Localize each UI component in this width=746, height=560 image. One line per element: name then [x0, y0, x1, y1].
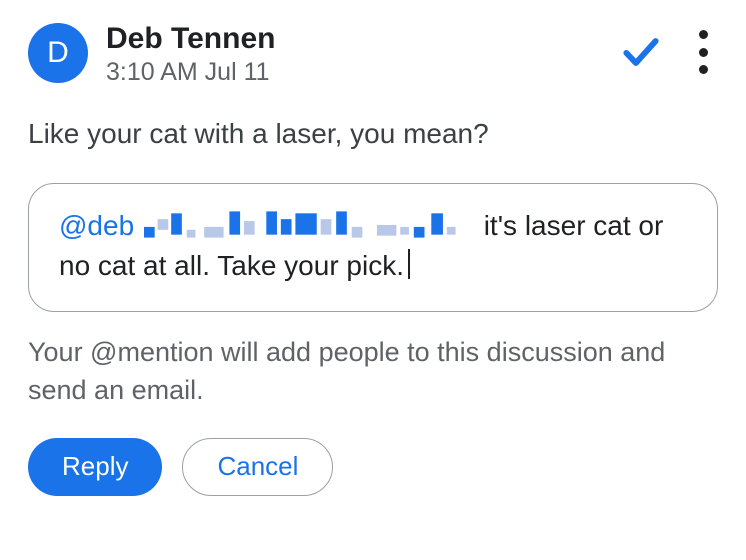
resolve-check-icon[interactable] [619, 30, 663, 74]
redacted-text [144, 209, 474, 251]
cancel-button[interactable]: Cancel [182, 438, 333, 496]
header-actions [619, 20, 718, 78]
avatar: D [28, 23, 88, 83]
reply-button[interactable]: Reply [28, 438, 162, 496]
comment-header: D Deb Tennen 3:10 AM Jul 11 [28, 20, 718, 87]
author-name: Deb Tennen [106, 22, 601, 56]
text-cursor [408, 249, 410, 279]
reply-input[interactable]: @deb it' [28, 183, 718, 312]
author-block: Deb Tennen 3:10 AM Jul 11 [106, 20, 601, 87]
mention-note: Your @mention will add people to this di… [28, 334, 718, 410]
comment-timestamp: 3:10 AM Jul 11 [106, 58, 601, 87]
comment-body: Like your cat with a laser, you mean? [28, 115, 718, 153]
mention-chip: @deb [59, 210, 134, 241]
more-vert-icon[interactable] [695, 26, 712, 78]
button-row: Reply Cancel [28, 438, 718, 496]
avatar-initial: D [47, 36, 69, 70]
